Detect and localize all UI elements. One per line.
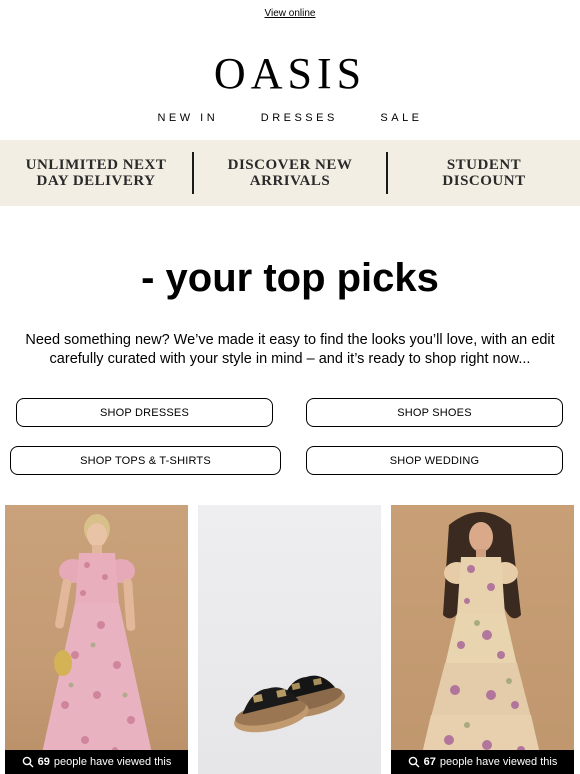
intro-text: Need something new? We’ve made it easy t… (25, 332, 555, 367)
brand-logo[interactable]: OASIS (0, 50, 580, 98)
benefit-delivery-line2: DAY DELIVERY (36, 173, 156, 189)
benefit-new-arrivals[interactable]: DISCOVER NEW ARRIVALS (194, 157, 386, 189)
benefit-delivery[interactable]: UNLIMITED NEXT DAY DELIVERY (0, 157, 192, 189)
product-card-pink-dress[interactable]: 69 people have viewed this (5, 505, 188, 774)
shop-wedding-button[interactable]: SHOP WEDDING (306, 446, 563, 475)
nav-item-dresses[interactable]: DRESSES (261, 112, 338, 124)
benefit-student-discount[interactable]: STUDENT DISCOUNT (388, 157, 580, 189)
benefit-new-arrivals-line1: DISCOVER NEW (227, 157, 353, 173)
view-online-link[interactable]: View online (265, 8, 316, 19)
pink-dress-image (39, 514, 155, 767)
views-badge: 69 people have viewed this (5, 750, 188, 774)
product-card-floral-dress[interactable]: 67 people have viewed this (391, 505, 574, 774)
main-nav: NEW IN DRESSES SALE (0, 112, 580, 124)
sandals-image (234, 675, 345, 733)
nav-item-sale[interactable]: SALE (380, 112, 422, 124)
views-text: people have viewed this (439, 756, 558, 768)
views-count: 67 (423, 756, 436, 768)
views-text: people have viewed this (53, 756, 172, 768)
views-badge: 67 people have viewed this (391, 750, 574, 774)
product-card-sandals[interactable] (198, 505, 381, 774)
page-headline: - your top picks (141, 256, 439, 300)
benefit-new-arrivals-line2: ARRIVALS (249, 173, 331, 189)
views-count: 69 (37, 756, 50, 768)
benefit-student-discount-line1: STUDENT (446, 157, 522, 173)
nav-item-new-in[interactable]: NEW IN (157, 112, 218, 124)
benefit-student-discount-line2: DISCOUNT (442, 173, 526, 189)
view-online-bar: View online (0, 8, 580, 19)
search-icon (22, 756, 34, 768)
search-icon (408, 756, 420, 768)
shop-dresses-button[interactable]: SHOP DRESSES (16, 398, 273, 427)
floral-dress-image (419, 512, 543, 767)
shop-shoes-button[interactable]: SHOP SHOES (306, 398, 563, 427)
benefit-delivery-line1: UNLIMITED NEXT (25, 157, 167, 173)
shop-tops-button[interactable]: SHOP TOPS & T-SHIRTS (10, 446, 281, 475)
benefits-bar: UNLIMITED NEXT DAY DELIVERY DISCOVER NEW… (0, 140, 580, 206)
